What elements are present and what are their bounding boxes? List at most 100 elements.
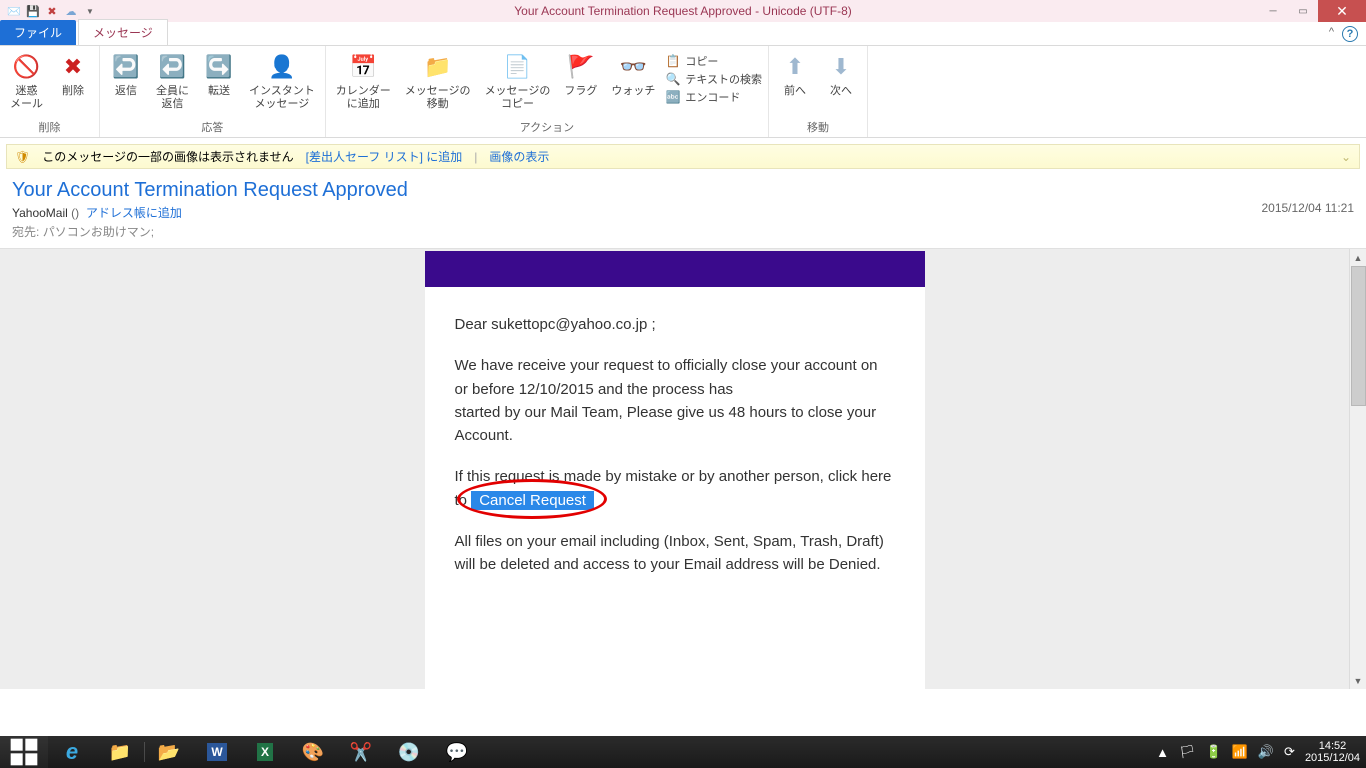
tab-file[interactable]: ファイル [0, 20, 76, 45]
copy-small-icon: 📋 [665, 53, 681, 69]
task-word[interactable]: W [193, 736, 241, 768]
ribbon-group-label: 移動 [769, 118, 867, 137]
flag-button[interactable]: 🚩 フラグ [560, 49, 601, 100]
help-icon[interactable]: ? [1342, 26, 1358, 42]
copy-icon: 📄 [501, 51, 533, 83]
email-text: Dear sukettopc@yahoo.co.jp ; We have rec… [425, 287, 925, 620]
instantmessage-button[interactable]: 👤 インスタント メッセージ [245, 49, 319, 112]
task-snip[interactable]: ✂️ [337, 736, 385, 768]
folder-icon: 📁 [109, 742, 131, 763]
shield-icon: 🛡 [15, 150, 30, 164]
email-paragraph: All files on your email including (Inbox… [455, 530, 895, 577]
glasses-icon: 👓 [617, 51, 649, 83]
taskbar: e 📁 📂 W X 🎨 ✂️ 💿 💬 ▲ 🏳 🔋 📶 🔊 ⟳ 14:52 201… [0, 736, 1366, 768]
mail-icon: ✉️ [6, 3, 22, 19]
replyall-button[interactable]: ↩️ 全員に 返信 [152, 49, 193, 112]
arrowup-icon: ⬆ [779, 51, 811, 83]
nosign-icon: 🚫 [11, 51, 43, 83]
blocked-images-infobar[interactable]: 🛡 このメッセージの一部の画像は表示されません [差出人セーフ リスト] に追加… [6, 144, 1360, 169]
window-titlebar: ✉️ 💾 ✖ ☁ ▼ Your Account Termination Requ… [0, 0, 1366, 22]
email-greeting: Dear sukettopc@yahoo.co.jp ; [455, 313, 895, 336]
ribbon-group-actions: 📅 カレンダー に追加 📁 メッセージの 移動 📄 メッセージの コピー 🚩 フ… [326, 46, 769, 137]
email-paragraph: We have receive your request to official… [455, 354, 895, 447]
reply-button[interactable]: ↩️ 返信 [106, 49, 146, 100]
add-contact-link[interactable]: アドレス帳に追加 [86, 206, 182, 220]
person-icon: 👤 [266, 51, 298, 83]
message-date: 2015/12/04 11:21 [1261, 201, 1354, 215]
message-subject: Your Account Termination Request Approve… [12, 179, 1354, 202]
delete-qat-icon[interactable]: ✖ [44, 3, 60, 19]
email-banner [425, 251, 925, 287]
scroll-up-icon[interactable]: ▲ [1350, 249, 1366, 266]
disc-icon: 💿 [398, 742, 420, 763]
message-from: YahooMail () アドレス帳に追加 [12, 204, 1354, 221]
window-controls: ─ ▭ ✕ [1258, 0, 1366, 22]
start-button[interactable] [0, 736, 48, 768]
message-body: Dear sukettopc@yahoo.co.jp ; We have rec… [0, 249, 1349, 689]
forward-button[interactable]: ↪️ 転送 [199, 49, 239, 100]
message-to: 宛先: パソコンお助けマン; [12, 223, 1354, 240]
encode-button[interactable]: 🔤エンコード [665, 89, 762, 105]
tray-network-icon[interactable]: 📶 [1232, 744, 1248, 760]
folder-icon: 📂 [158, 742, 180, 763]
arrowdown-icon: ⬇ [825, 51, 857, 83]
folder-icon: 📁 [422, 51, 454, 83]
close-button[interactable]: ✕ [1318, 0, 1366, 22]
task-ie[interactable]: e [48, 736, 96, 768]
copymsg-button[interactable]: 📄 メッセージの コピー [481, 49, 555, 112]
chevron-down-icon[interactable]: ⌄ [1341, 150, 1351, 164]
email-card: Dear sukettopc@yahoo.co.jp ; We have rec… [425, 251, 925, 689]
tray-show-hidden-icon[interactable]: ▲ [1156, 745, 1169, 760]
ribbon-group-label: 応答 [100, 118, 325, 137]
cancel-request-wrap: Cancel Request [471, 489, 594, 512]
addcalendar-button[interactable]: 📅 カレンダー に追加 [332, 49, 395, 112]
cloud-icon[interactable]: ☁ [63, 3, 79, 19]
next-button[interactable]: ⬇ 次へ [821, 49, 861, 100]
copy-small-button[interactable]: 📋コピー [665, 53, 762, 69]
task-folder[interactable]: 📂 [145, 736, 193, 768]
watch-button[interactable]: 👓 ウォッチ [607, 49, 659, 100]
scroll-down-icon[interactable]: ▼ [1350, 672, 1366, 689]
replyall-icon: ↩️ [157, 51, 189, 83]
scrollbar[interactable]: ▲ ▼ [1349, 249, 1366, 689]
add-safesender-link[interactable]: [差出人セーフ リスト] に追加 [306, 148, 463, 165]
task-explorer[interactable]: 📁 [96, 736, 144, 768]
forward-icon: ↪️ [203, 51, 235, 83]
spam-button[interactable]: 🚫 迷惑 メール [6, 49, 47, 112]
encode-icon: 🔤 [665, 89, 681, 105]
task-paint[interactable]: 🎨 [289, 736, 337, 768]
findtext-button[interactable]: 🔍テキストの検索 [665, 71, 762, 87]
ie-icon: e [66, 739, 78, 765]
maximize-button[interactable]: ▭ [1288, 0, 1318, 22]
tray-clock[interactable]: 14:52 2015/12/04 [1305, 740, 1360, 764]
ribbon-group-delete: 🚫 迷惑 メール ✖ 削除 削除 [0, 46, 100, 137]
minimize-button[interactable]: ─ [1258, 0, 1288, 22]
delete-button[interactable]: ✖ 削除 [53, 49, 93, 100]
qat-dropdown-icon[interactable]: ▼ [82, 3, 98, 19]
save-icon[interactable]: 💾 [25, 3, 41, 19]
show-images-link[interactable]: 画像の表示 [489, 148, 549, 165]
prev-button[interactable]: ⬆ 前へ [775, 49, 815, 100]
tray-battery-icon[interactable]: 🔋 [1205, 744, 1221, 760]
from-name: YahooMail [12, 206, 68, 220]
message-body-area: Dear sukettopc@yahoo.co.jp ; We have rec… [0, 249, 1366, 689]
cancel-request-link[interactable]: Cancel Request [471, 491, 594, 510]
windows-icon [0, 736, 48, 768]
tab-message[interactable]: メッセージ [78, 19, 168, 45]
tray-volume-icon[interactable]: 🔊 [1258, 744, 1274, 760]
tray-flag-icon[interactable]: 🏳 [1179, 744, 1196, 760]
infobar-text: このメッセージの一部の画像は表示されません [42, 148, 293, 165]
palette-icon: 🎨 [302, 742, 324, 763]
calendar-icon: 📅 [347, 51, 379, 83]
window-title: Your Account Termination Request Approve… [514, 4, 852, 18]
ribbon-group-label: アクション [326, 118, 768, 137]
task-chat[interactable]: 💬 [433, 736, 481, 768]
scroll-thumb[interactable] [1351, 266, 1366, 406]
ribbon-group-label: 削除 [0, 118, 99, 137]
chat-icon: 💬 [446, 742, 468, 763]
collapse-ribbon-icon[interactable]: ^ [1329, 26, 1334, 42]
movemsg-button[interactable]: 📁 メッセージの 移動 [401, 49, 475, 112]
task-excel[interactable]: X [241, 736, 289, 768]
task-disc[interactable]: 💿 [385, 736, 433, 768]
tray-sync-icon[interactable]: ⟳ [1284, 744, 1295, 760]
